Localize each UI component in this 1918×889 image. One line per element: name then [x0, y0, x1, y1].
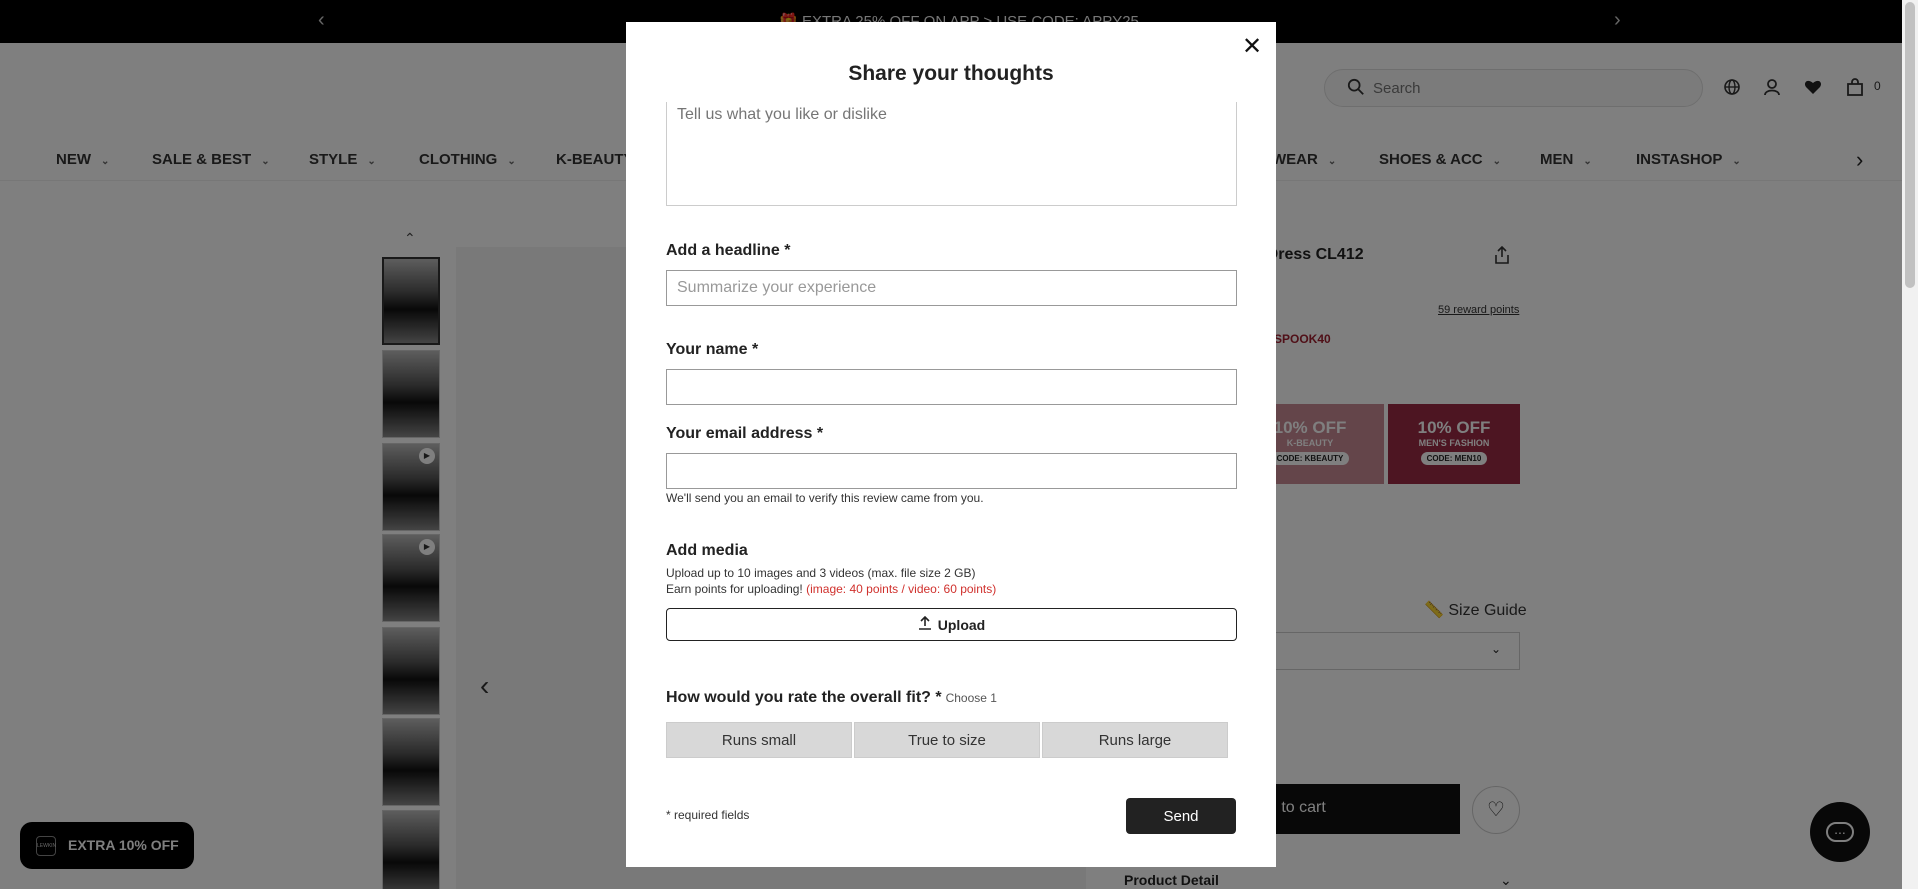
name-label: Your name * — [666, 341, 759, 358]
email-label: Your email address * — [666, 425, 824, 442]
upload-label: Upload — [937, 617, 986, 633]
media-points-note: Earn points for uploading! (image: 40 po… — [666, 582, 996, 596]
media-label: Add media — [666, 542, 748, 559]
headline-label: Add a headline * — [666, 242, 791, 259]
modal-title: Share your thoughts — [848, 62, 1054, 85]
name-input[interactable] — [666, 369, 1237, 405]
review-textarea[interactable] — [666, 102, 1237, 206]
scrollbar-thumb[interactable] — [1905, 2, 1915, 288]
send-button[interactable]: Send — [1126, 798, 1236, 834]
email-input[interactable] — [666, 453, 1237, 489]
fit-option-true-to-size[interactable]: True to size — [854, 722, 1040, 758]
required-fields-note: * required fields — [666, 808, 750, 822]
review-modal: Share your thoughts ✕ Add a headline * Y… — [626, 22, 1276, 867]
upload-button[interactable]: Upload — [666, 608, 1237, 641]
fit-option-runs-large[interactable]: Runs large — [1042, 722, 1228, 758]
headline-input[interactable] — [666, 270, 1237, 306]
fit-question-text: How would you rate the overall fit? * — [666, 689, 942, 706]
media-points-text: Earn points for uploading! — [666, 582, 803, 596]
upload-icon — [918, 616, 931, 630]
media-points-values: (image: 40 points / video: 60 points) — [806, 582, 997, 596]
media-note: Upload up to 10 images and 3 videos (max… — [666, 566, 976, 580]
close-icon[interactable]: ✕ — [1242, 32, 1262, 61]
email-note: We'll send you an email to verify this r… — [666, 491, 984, 505]
fit-question: How would you rate the overall fit? * Cho… — [666, 689, 997, 707]
fit-choose-hint: Choose 1 — [945, 691, 997, 705]
page-scrollbar[interactable] — [1902, 0, 1918, 889]
fit-option-runs-small[interactable]: Runs small — [666, 722, 852, 758]
